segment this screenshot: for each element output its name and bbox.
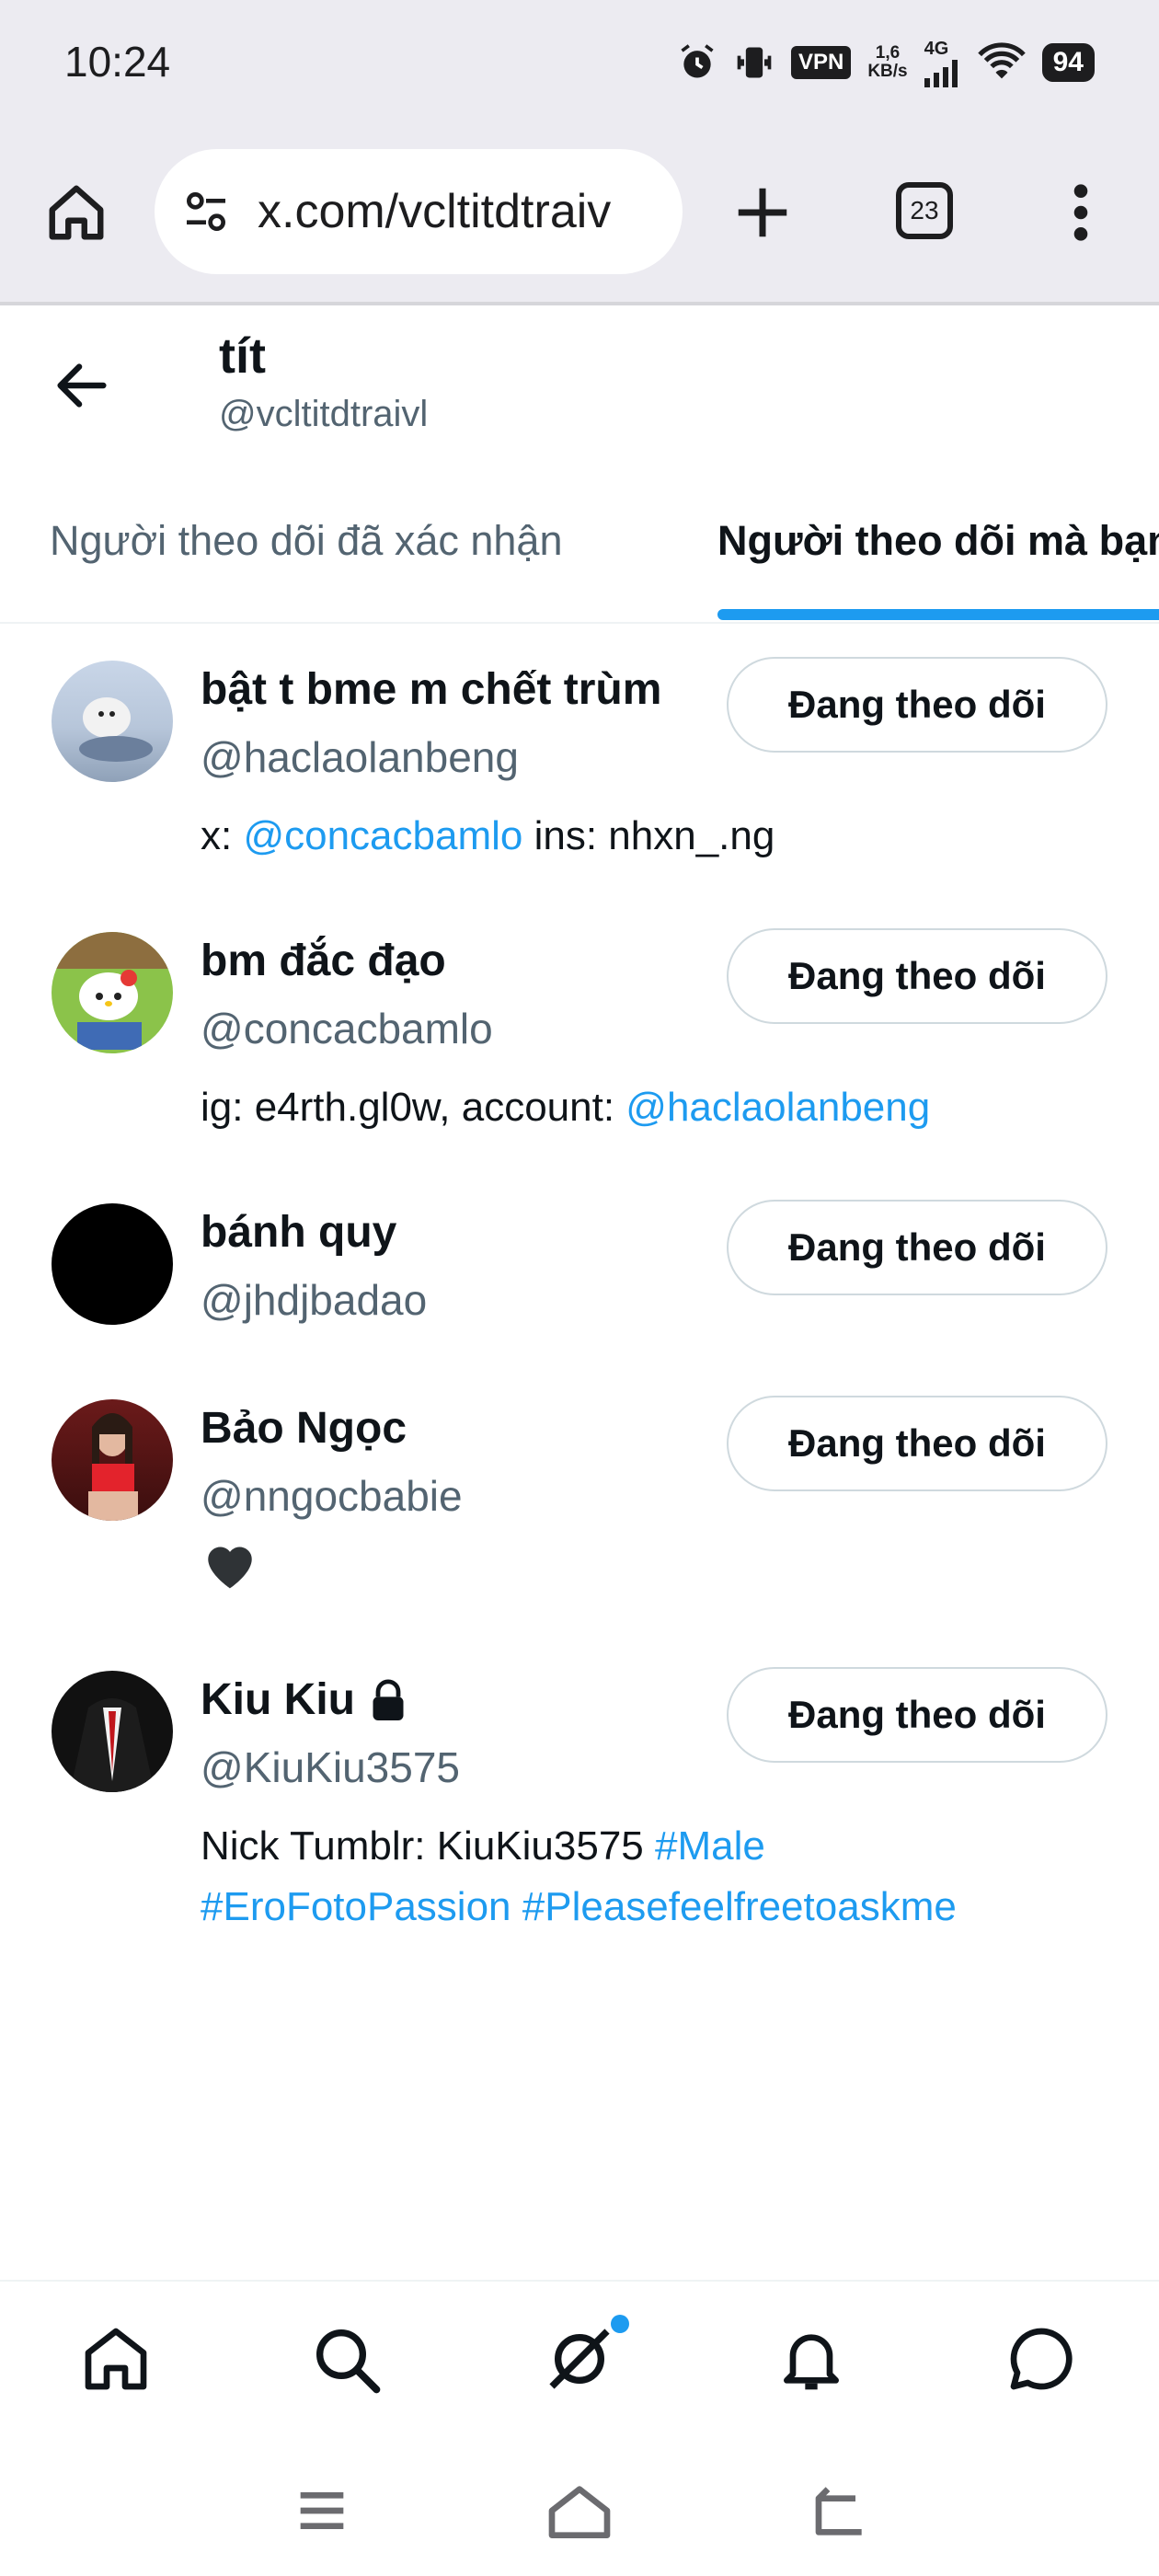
avatar[interactable] [52, 661, 173, 782]
user-bio: Nick Tumblr: KiuKiu3575 #Male #EroFotoPas… [201, 1823, 957, 1929]
avatar[interactable] [52, 1671, 173, 1792]
search-icon[interactable] [309, 2322, 383, 2396]
system-nav-bar [0, 2438, 1159, 2576]
tab-known-followers[interactable]: Người theo dõi mà bạn biết [717, 517, 1159, 565]
system-back-icon[interactable] [800, 2478, 874, 2543]
list-item[interactable]: Bảo Ngọc @nngocbabie 🖤 Đang theo dõi [0, 1383, 1159, 1631]
user-handle[interactable]: @concacbamlo [201, 1004, 493, 1053]
bio-mention-link[interactable]: @concacbamlo [243, 813, 522, 858]
tab-divider [0, 622, 1159, 624]
bio-hashtag-link[interactable]: #Pleasefeelfreetoaskme [522, 1884, 957, 1929]
following-button[interactable]: Đang theo dõi [727, 1667, 1107, 1763]
recents-icon[interactable] [285, 2478, 359, 2543]
new-tab-icon[interactable] [730, 180, 795, 245]
bio-hashtag-link[interactable]: #EroFotoPassion [201, 1884, 511, 1929]
following-button[interactable]: Đang theo dõi [727, 1396, 1107, 1491]
following-button[interactable]: Đang theo dõi [727, 657, 1107, 753]
alarm-icon [681, 44, 714, 78]
user-name[interactable]: bm đắc đạo [201, 936, 446, 986]
network-type: 4G [924, 38, 949, 59]
avatar-image [70, 1698, 155, 1792]
user-bio: 🖤 [201, 1537, 1102, 1608]
list-item[interactable]: bánh quy @jhdjbadao Đang theo dõi [0, 1187, 1159, 1362]
followers-tabbar: Người theo dõi đã xác nhận Người theo dõ… [0, 478, 1159, 626]
list-item[interactable]: bm đắc đạo @concacbamlo ig: e4rth.gl0w, … [0, 915, 1159, 1164]
back-arrow-icon[interactable] [50, 353, 114, 418]
status-icons: VPN 1,6 KB/s 4G 94 [677, 37, 1095, 88]
browser-chrome: 10:24 VPN 1,6 KB/s 4G 94 x.com/vcltitdtra… [0, 0, 1159, 305]
black-heart-icon [208, 1547, 252, 1589]
tab-switcher-button[interactable]: 23 [896, 182, 953, 239]
grok-notification-dot [611, 2315, 629, 2333]
vibrate-icon [737, 47, 772, 78]
tab-verified-followers[interactable]: Người theo dõi đã xác nhận [50, 517, 563, 565]
address-bar[interactable]: x.com/vcltitdtraiv [155, 149, 683, 274]
wifi-icon [977, 42, 1026, 79]
site-settings-icon[interactable] [180, 186, 232, 237]
user-name[interactable]: bật t bme m chết trùm [201, 664, 661, 715]
user-handle[interactable]: @KiuKiu3575 [201, 1742, 460, 1792]
chrome-divider [0, 302, 1159, 305]
url-text[interactable]: x.com/vcltitdtraiv [258, 184, 671, 239]
vpn-badge: VPN [790, 46, 852, 79]
bio-hashtag-link[interactable]: #Male [655, 1823, 765, 1869]
following-button[interactable]: Đang theo dõi [727, 928, 1107, 1024]
profile-handle: @vcltitdtraivl [219, 394, 429, 434]
user-bio: ig: e4rth.gl0w, account: @haclaolanbeng [201, 1085, 931, 1130]
user-name[interactable]: bánh quy [201, 1207, 396, 1258]
user-name[interactable]: Kiu Kiu [201, 1674, 408, 1725]
network-speed: 1,6 KB/s [867, 43, 908, 81]
user-handle[interactable]: @jhdjbadao [201, 1275, 427, 1325]
user-name[interactable]: Bảo Ngọc [201, 1403, 407, 1454]
user-bio: x: @concacbamlo ins: nhxn_.ng [201, 813, 775, 858]
messages-icon[interactable] [1004, 2322, 1078, 2396]
avatar-image [52, 932, 173, 1050]
list-item[interactable]: Kiu Kiu @KiuKiu3575 Nick Tumblr: KiuKiu3… [0, 1654, 1159, 1967]
tab-active-indicator [717, 609, 1159, 620]
bottom-nav [0, 2282, 1159, 2438]
status-bar: 10:24 VPN 1,6 KB/s 4G 94 [0, 0, 1159, 129]
notifications-icon[interactable] [775, 2322, 848, 2396]
user-handle[interactable]: @nngocbabie [201, 1471, 463, 1521]
system-home-icon[interactable] [543, 2478, 616, 2543]
profile-name: tít [219, 328, 266, 384]
following-button[interactable]: Đang theo dõi [727, 1200, 1107, 1295]
avatar-image [88, 1413, 138, 1521]
avatar[interactable] [52, 1203, 173, 1325]
list-item[interactable]: bật t bme m chết trùm @haclaolanbeng x: … [0, 644, 1159, 892]
signal-block: 4G [924, 39, 961, 87]
user-handle[interactable]: @haclaolanbeng [201, 732, 519, 782]
bio-mention-link[interactable]: @haclaolanbeng [625, 1085, 930, 1130]
avatar[interactable] [52, 932, 173, 1053]
home-icon[interactable] [79, 2322, 153, 2396]
grok-icon[interactable] [543, 2322, 616, 2396]
avatar[interactable] [52, 1399, 173, 1521]
more-menu-icon[interactable] [1067, 180, 1095, 245]
signal-icon [924, 59, 958, 87]
lock-icon [373, 1679, 404, 1720]
status-time: 10:24 [64, 38, 171, 86]
avatar-image [79, 697, 153, 762]
browser-home-icon[interactable] [44, 180, 109, 245]
battery-level: 94 [1041, 43, 1095, 82]
